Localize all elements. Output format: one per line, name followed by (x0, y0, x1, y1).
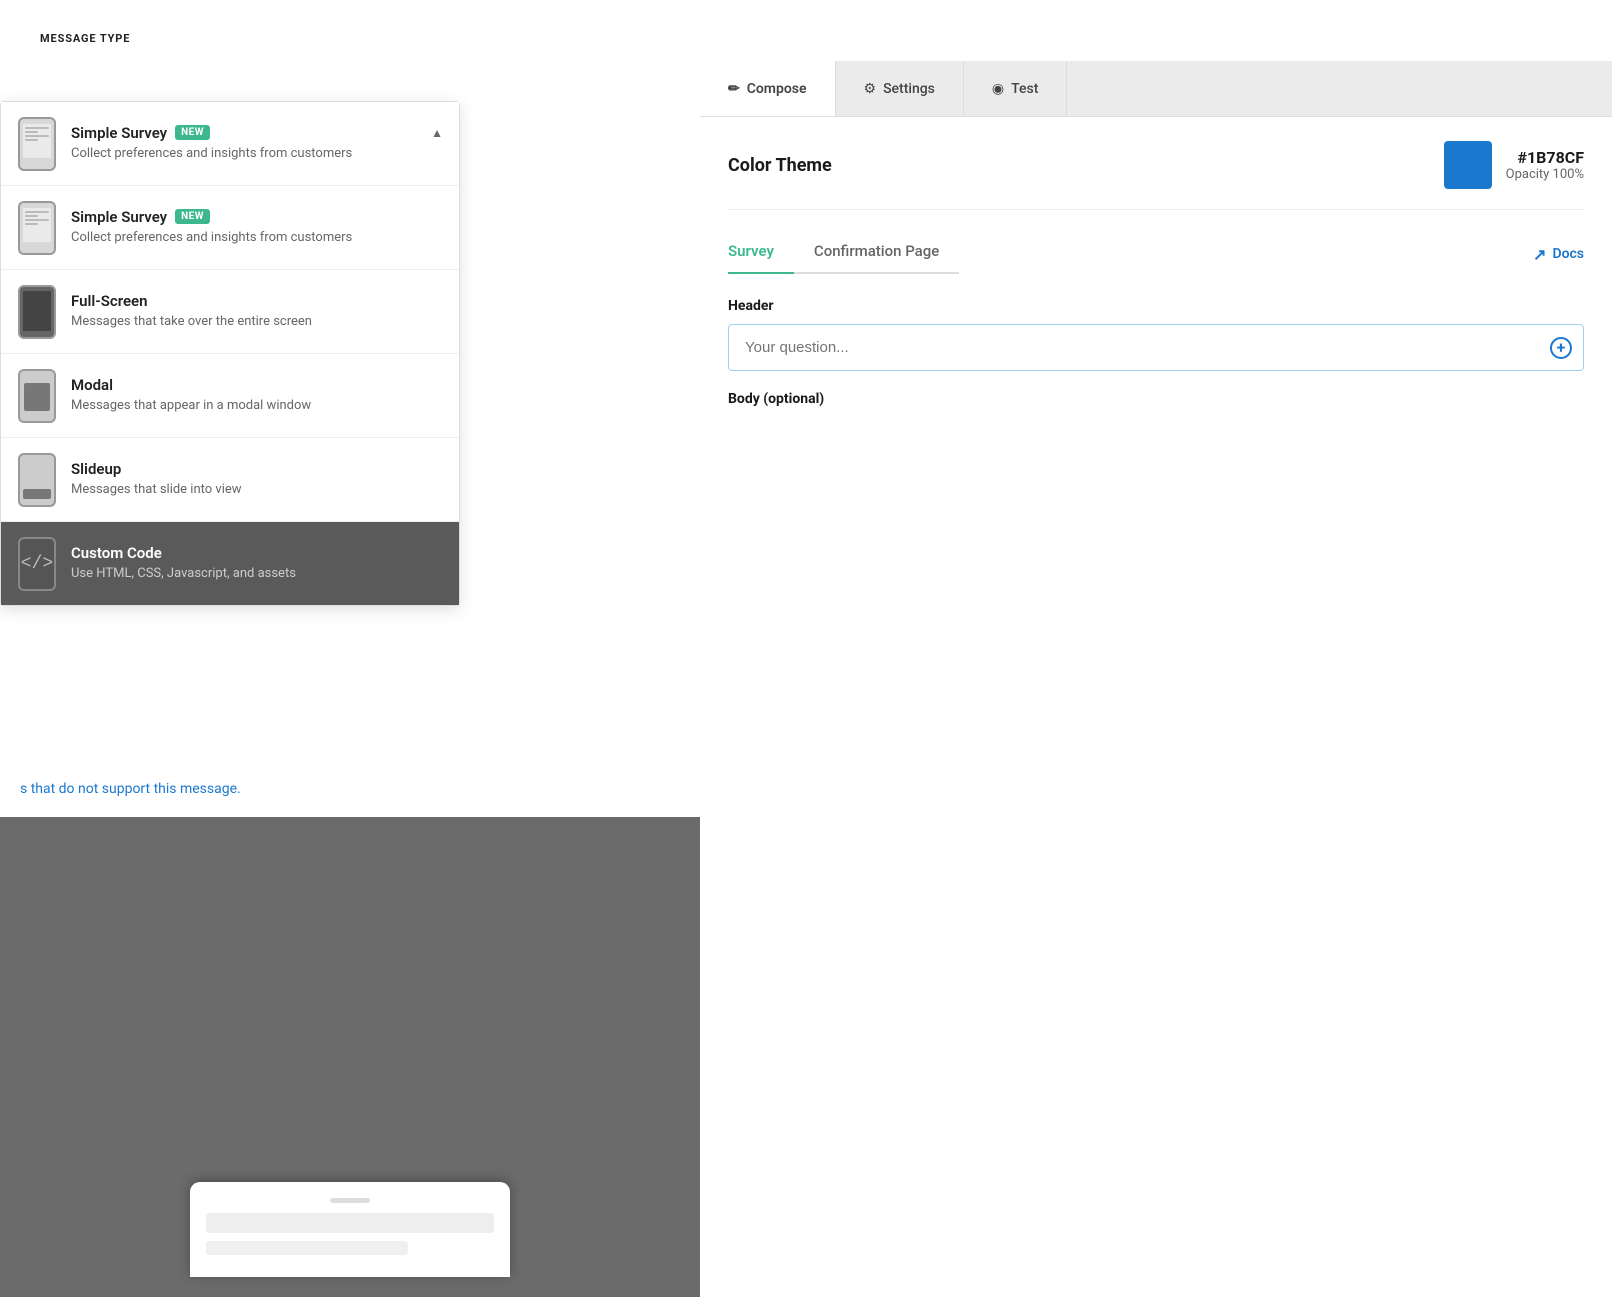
left-preview-spacer: s that do not support this message. (0, 761, 700, 1297)
body-label: Body (optional) (728, 391, 1584, 407)
survey-tab-list: Survey Confirmation Page (728, 234, 959, 274)
right-content: Color Theme #1B78CF Opacity 100% Survey … (700, 117, 1612, 1297)
page-wrapper: MESSAGE TYPE (0, 0, 1612, 1297)
compose-icon: ✏ (728, 81, 740, 97)
custom-code-icon: </> (17, 536, 57, 591)
item-title-modal: Modal (71, 376, 443, 394)
simple-survey-text-selected: Simple Survey NEW ▲ Collect preferences … (71, 124, 443, 163)
color-theme-section: Color Theme #1B78CF Opacity 100% (728, 141, 1584, 210)
item-desc-custom-code: Use HTML, CSS, Javascript, and assets (71, 565, 443, 583)
color-theme-label: Color Theme (728, 155, 832, 176)
header-input-wrapper: + (728, 324, 1584, 371)
not-supported-link[interactable]: s that do not support this message. (20, 781, 241, 797)
new-badge-selected: NEW (175, 125, 210, 140)
item-desc-simple-survey-selected: Collect preferences and insights from cu… (71, 145, 443, 163)
full-screen-icon (17, 284, 57, 339)
right-panel: ✏ Compose ⚙ Settings ◉ Test Color Theme (700, 61, 1612, 1297)
message-type-dropdown: Simple Survey NEW ▲ Collect preferences … (0, 101, 460, 606)
full-screen-text: Full-Screen Messages that take over the … (71, 292, 443, 331)
preview-area (0, 817, 700, 1297)
tab-compose[interactable]: ✏ Compose (700, 61, 836, 116)
simple-survey-text: Simple Survey NEW Collect preferences an… (71, 208, 443, 247)
color-info: #1B78CF Opacity 100% (1506, 148, 1584, 182)
color-swatch[interactable] (1444, 141, 1492, 189)
color-hex: #1B78CF (1506, 148, 1584, 167)
dropdown-item-custom-code[interactable]: </> Custom Code Use HTML, CSS, Javascrip… (1, 522, 459, 605)
tab-settings[interactable]: ⚙ Settings (836, 61, 964, 116)
modal-icon (17, 368, 57, 423)
slideup-text: Slideup Messages that slide into view (71, 460, 443, 499)
preview-bottom-sheet (190, 1182, 510, 1277)
survey-tabs-row: Survey Confirmation Page ↗ Docs (728, 234, 1584, 274)
dropdown-item-simple-survey-selected[interactable]: Simple Survey NEW ▲ Collect preferences … (1, 102, 459, 186)
item-desc-simple-survey: Collect preferences and insights from cu… (71, 229, 443, 247)
item-title-slideup: Slideup (71, 460, 443, 478)
tab-test-label: Test (1011, 81, 1038, 97)
main-layout: Simple Survey NEW ▲ Collect preferences … (0, 61, 1612, 1297)
tab-settings-label: Settings (883, 81, 935, 97)
not-supported-message: s that do not support this message. (0, 761, 700, 817)
item-desc-slideup: Messages that slide into view (71, 481, 443, 499)
docs-external-icon: ↗ (1533, 245, 1546, 264)
message-type-label: MESSAGE TYPE (20, 14, 1592, 53)
body-section: Body (optional) (728, 391, 1584, 407)
item-desc-full-screen: Messages that take over the entire scree… (71, 313, 443, 331)
item-title-full-screen: Full-Screen (71, 292, 443, 310)
simple-survey-icon (17, 200, 57, 255)
settings-icon: ⚙ (864, 81, 877, 97)
item-title-custom-code: Custom Code (71, 544, 443, 562)
add-header-button[interactable]: + (1550, 337, 1572, 359)
slideup-icon (17, 452, 57, 507)
tabs-row: ✏ Compose ⚙ Settings ◉ Test (700, 61, 1612, 117)
chevron-up-icon: ▲ (431, 126, 443, 140)
header-label: Header (728, 298, 1584, 314)
eye-icon: ◉ (992, 81, 1004, 97)
tab-confirmation-page[interactable]: Confirmation Page (794, 234, 959, 274)
tab-survey[interactable]: Survey (728, 234, 794, 274)
custom-code-text: Custom Code Use HTML, CSS, Javascript, a… (71, 544, 443, 583)
left-pane: Simple Survey NEW ▲ Collect preferences … (0, 61, 700, 1297)
color-right: #1B78CF Opacity 100% (1444, 141, 1584, 189)
header-section: Header + (728, 298, 1584, 371)
new-badge: NEW (175, 209, 210, 224)
docs-link[interactable]: ↗ Docs (1533, 245, 1584, 264)
dropdown-item-full-screen[interactable]: Full-Screen Messages that take over the … (1, 270, 459, 354)
tab-compose-label: Compose (747, 81, 807, 97)
item-title-simple-survey-selected: Simple Survey NEW ▲ (71, 124, 443, 142)
item-desc-modal: Messages that appear in a modal window (71, 397, 443, 415)
dropdown-item-modal[interactable]: Modal Messages that appear in a modal wi… (1, 354, 459, 438)
item-title-simple-survey: Simple Survey NEW (71, 208, 443, 226)
modal-text: Modal Messages that appear in a modal wi… (71, 376, 443, 415)
dropdown-item-simple-survey[interactable]: Simple Survey NEW Collect preferences an… (1, 186, 459, 270)
simple-survey-icon-selected (17, 116, 57, 171)
docs-label: Docs (1552, 246, 1584, 262)
color-opacity: Opacity 100% (1506, 167, 1584, 182)
tab-test[interactable]: ◉ Test (964, 61, 1067, 116)
header-input[interactable] (728, 324, 1584, 371)
dropdown-item-slideup[interactable]: Slideup Messages that slide into view (1, 438, 459, 522)
page-top: MESSAGE TYPE (0, 0, 1612, 61)
